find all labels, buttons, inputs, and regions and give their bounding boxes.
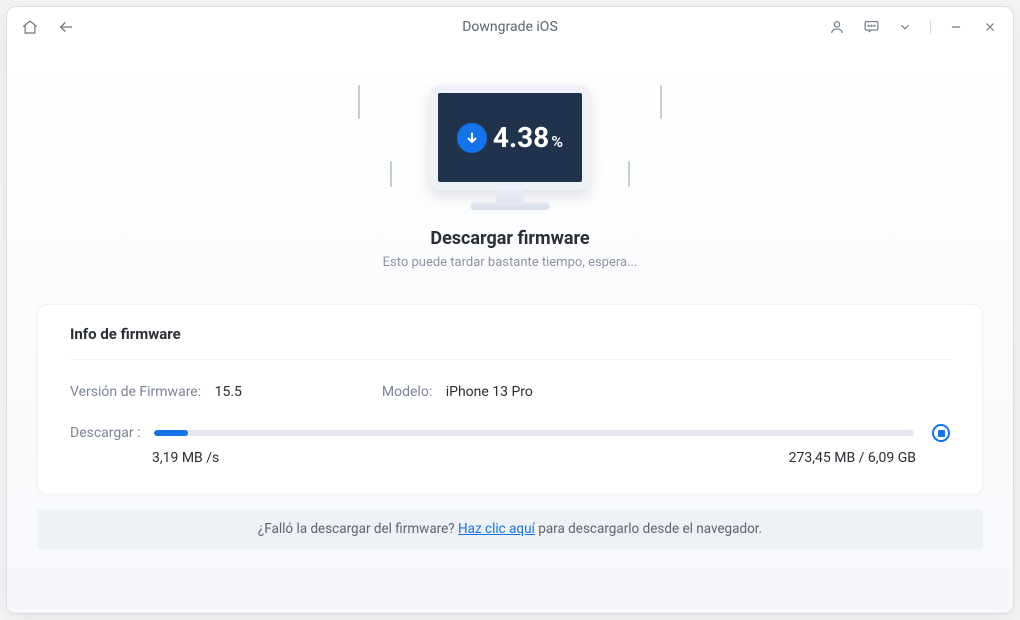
model-label: Modelo: — [382, 384, 432, 400]
progress-fill — [154, 430, 187, 436]
firmware-version: Versión de Firmware: 15.5 — [70, 384, 242, 400]
main-content: 4.38 % Descargar firmware Esto puede tar… — [7, 47, 1013, 613]
firmware-info-row: Versión de Firmware: 15.5 Modelo: iPhone… — [70, 360, 950, 418]
stop-download-button[interactable] — [932, 424, 950, 442]
back-icon[interactable] — [57, 18, 75, 36]
close-icon[interactable] — [981, 18, 999, 36]
decoration-dash — [390, 161, 392, 187]
hero-illustration: 4.38 % — [430, 85, 590, 210]
percent-symbol: % — [551, 132, 563, 151]
download-progress-text: 273,45 MB / 6,09 GB — [789, 450, 916, 466]
window-title: Downgrade iOS — [462, 19, 558, 35]
download-row: Descargar : — [70, 424, 950, 442]
decoration-dash — [358, 85, 360, 119]
download-stats: 3,19 MB /s 273,45 MB / 6,09 GB — [70, 450, 950, 466]
card-title: Info de firmware — [70, 325, 950, 360]
fallback-banner: ¿Falló la descargar del firmware? Haz cl… — [37, 509, 983, 549]
decoration-dash — [660, 85, 662, 119]
firmware-version-value: 15.5 — [215, 384, 242, 400]
app-window: Downgrade iOS — [6, 6, 1014, 614]
progress-percent: 4.38 % — [493, 121, 563, 154]
download-arrow-icon — [457, 123, 487, 153]
titlebar-right — [828, 18, 999, 36]
banner-suffix: para descargarlo desde el navegador. — [535, 521, 762, 537]
chevron-down-icon[interactable] — [896, 18, 914, 36]
firmware-version-label: Versión de Firmware: — [70, 384, 201, 400]
home-icon[interactable] — [21, 18, 39, 36]
download-speed: 3,19 MB /s — [152, 450, 219, 466]
titlebar-left — [21, 18, 75, 36]
firmware-info-card: Info de firmware Versión de Firmware: 15… — [37, 304, 983, 495]
titlebar-separator — [930, 20, 931, 34]
user-icon[interactable] — [828, 18, 846, 36]
monitor-screen: 4.38 % — [430, 85, 590, 190]
download-label: Descargar : — [70, 425, 140, 441]
titlebar: Downgrade iOS — [7, 7, 1013, 47]
monitor-base — [470, 202, 550, 210]
hero-heading: Descargar firmware — [430, 228, 589, 249]
monitor-graphic: 4.38 % — [430, 85, 590, 210]
minimize-icon[interactable] — [947, 18, 965, 36]
hero-subheading: Esto puede tardar bastante tiempo, esper… — [383, 255, 638, 270]
banner-link[interactable]: Haz clic aquí — [458, 521, 535, 537]
percent-value: 4.38 — [493, 121, 549, 154]
model-value: iPhone 13 Pro — [446, 384, 533, 400]
device-model: Modelo: iPhone 13 Pro — [382, 384, 533, 400]
banner-prefix: ¿Falló la descargar del firmware? — [258, 521, 458, 537]
decoration-dash — [628, 161, 630, 187]
feedback-icon[interactable] — [862, 18, 880, 36]
stop-icon — [938, 430, 945, 437]
progress-bar — [154, 430, 914, 436]
